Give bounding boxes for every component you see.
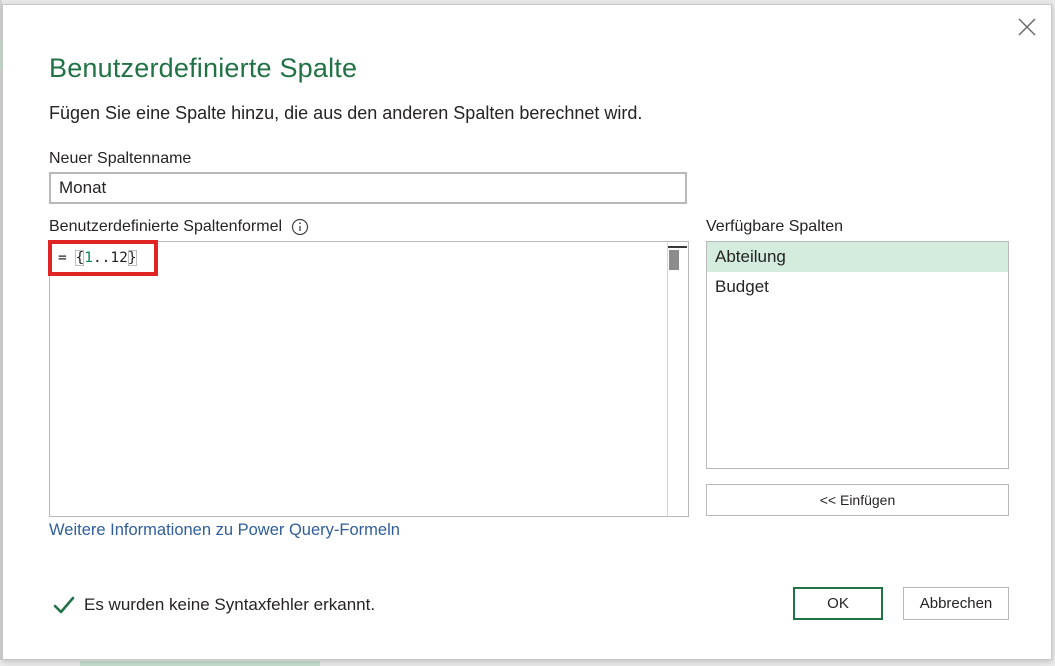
help-link[interactable]: Weitere Informationen zu Power Query-For…: [49, 521, 400, 540]
dialog-subtitle: Fügen Sie eine Spalte hinzu, die aus den…: [49, 103, 643, 123]
formula-label-text: Benutzerdefinierte Spaltenformel: [49, 218, 283, 235]
available-columns-list[interactable]: Abteilung Budget: [706, 241, 1009, 469]
column-item-budget[interactable]: Budget: [707, 272, 1008, 302]
cancel-button[interactable]: Abbrechen: [903, 587, 1009, 620]
custom-column-dialog: Benutzerdefinierte Spalte Fügen Sie eine…: [2, 4, 1052, 660]
scrollbar-thumb[interactable]: [669, 250, 679, 270]
checkmark-icon: [53, 595, 75, 615]
column-item-abteilung[interactable]: Abteilung: [707, 242, 1008, 272]
close-button[interactable]: [1015, 15, 1039, 39]
formula-highlight-annotation: [48, 240, 158, 276]
available-columns-label: Verfügbare Spalten: [706, 218, 843, 235]
column-name-input[interactable]: [49, 172, 687, 204]
background-tab-fragment: [80, 661, 320, 666]
syntax-status-text: Es wurden keine Syntaxfehler erkannt.: [84, 595, 376, 614]
dialog-title: Benutzerdefinierte Spalte: [49, 53, 358, 83]
formula-scrollbar[interactable]: [667, 242, 688, 516]
column-name-label: Neuer Spaltenname: [49, 150, 192, 167]
insert-button[interactable]: << Einfügen: [706, 484, 1009, 516]
close-icon: [1018, 18, 1036, 36]
syntax-status: Es wurden keine Syntaxfehler erkannt.: [53, 595, 375, 615]
formula-label: Benutzerdefinierte Spaltenformel: [49, 218, 309, 236]
formula-editor[interactable]: = {1..12}: [48, 240, 689, 517]
scrollbar-top-cap: [668, 246, 687, 248]
ok-button[interactable]: OK: [793, 587, 883, 620]
info-icon[interactable]: [291, 218, 309, 236]
